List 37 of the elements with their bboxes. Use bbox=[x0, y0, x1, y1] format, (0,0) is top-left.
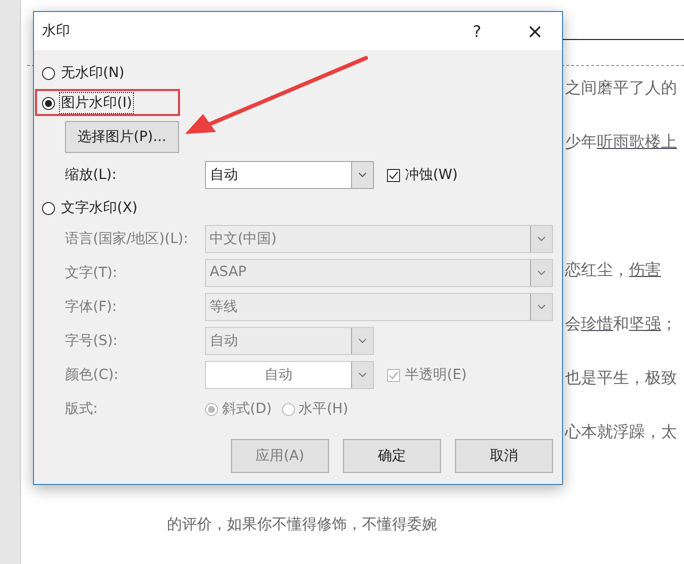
field-label: 文字(T): bbox=[65, 264, 118, 282]
document-text: 也是平生，极致 bbox=[565, 368, 678, 389]
chevron-down-icon bbox=[358, 338, 367, 344]
field-label: 字体(F): bbox=[65, 298, 118, 316]
checkbox[interactable] bbox=[387, 168, 400, 182]
chevron-down-icon bbox=[537, 270, 546, 276]
field-label: 颜色(C): bbox=[65, 366, 120, 384]
radio-label: 图片水印(I) bbox=[60, 93, 134, 113]
radio-label: 水平(H) bbox=[298, 400, 348, 418]
document-text: 的评价，如果你不懂得修饰，不懂得委婉 bbox=[167, 515, 437, 534]
close-button[interactable]: × bbox=[512, 15, 558, 47]
field-label: 版式: bbox=[65, 400, 99, 418]
dropdown[interactable]: 自动 bbox=[205, 161, 374, 189]
field-label: 缩放(L): bbox=[65, 166, 118, 184]
field-label: 语言(国家/地区)(L): bbox=[65, 230, 190, 248]
radio-label: 无水印(N) bbox=[60, 64, 126, 83]
document-text: 少年听雨歌楼上 bbox=[565, 132, 678, 153]
select-picture-button[interactable]: 选择图片(P)... bbox=[65, 121, 179, 153]
chevron-down-icon bbox=[358, 172, 367, 178]
document-text: 心本就浮躁，太 bbox=[565, 422, 678, 443]
chevron-down-icon bbox=[537, 304, 546, 310]
document-text: 之间磨平了人的 bbox=[565, 78, 678, 99]
chevron-down-icon bbox=[358, 372, 367, 378]
dialog-button[interactable]: 确定 bbox=[343, 439, 441, 473]
dialog-button[interactable]: 取消 bbox=[455, 439, 553, 473]
radio-button[interactable] bbox=[42, 96, 55, 110]
field-label: 字号(S): bbox=[65, 332, 119, 350]
document-text: 恋红尘，伤害 bbox=[565, 260, 662, 281]
chevron-down-icon bbox=[537, 236, 546, 242]
checkbox-label: 半透明(E) bbox=[405, 366, 467, 384]
radio-label: 斜式(D) bbox=[222, 400, 272, 418]
radio-button[interactable] bbox=[42, 66, 55, 80]
radio-label: 文字水印(X) bbox=[60, 199, 139, 218]
document-text: 会珍惜和坚强； bbox=[565, 314, 678, 335]
window-title: 水印 bbox=[42, 22, 71, 40]
checkbox-label: 冲蚀(W) bbox=[405, 166, 458, 184]
help-button[interactable]: ? bbox=[454, 15, 500, 47]
